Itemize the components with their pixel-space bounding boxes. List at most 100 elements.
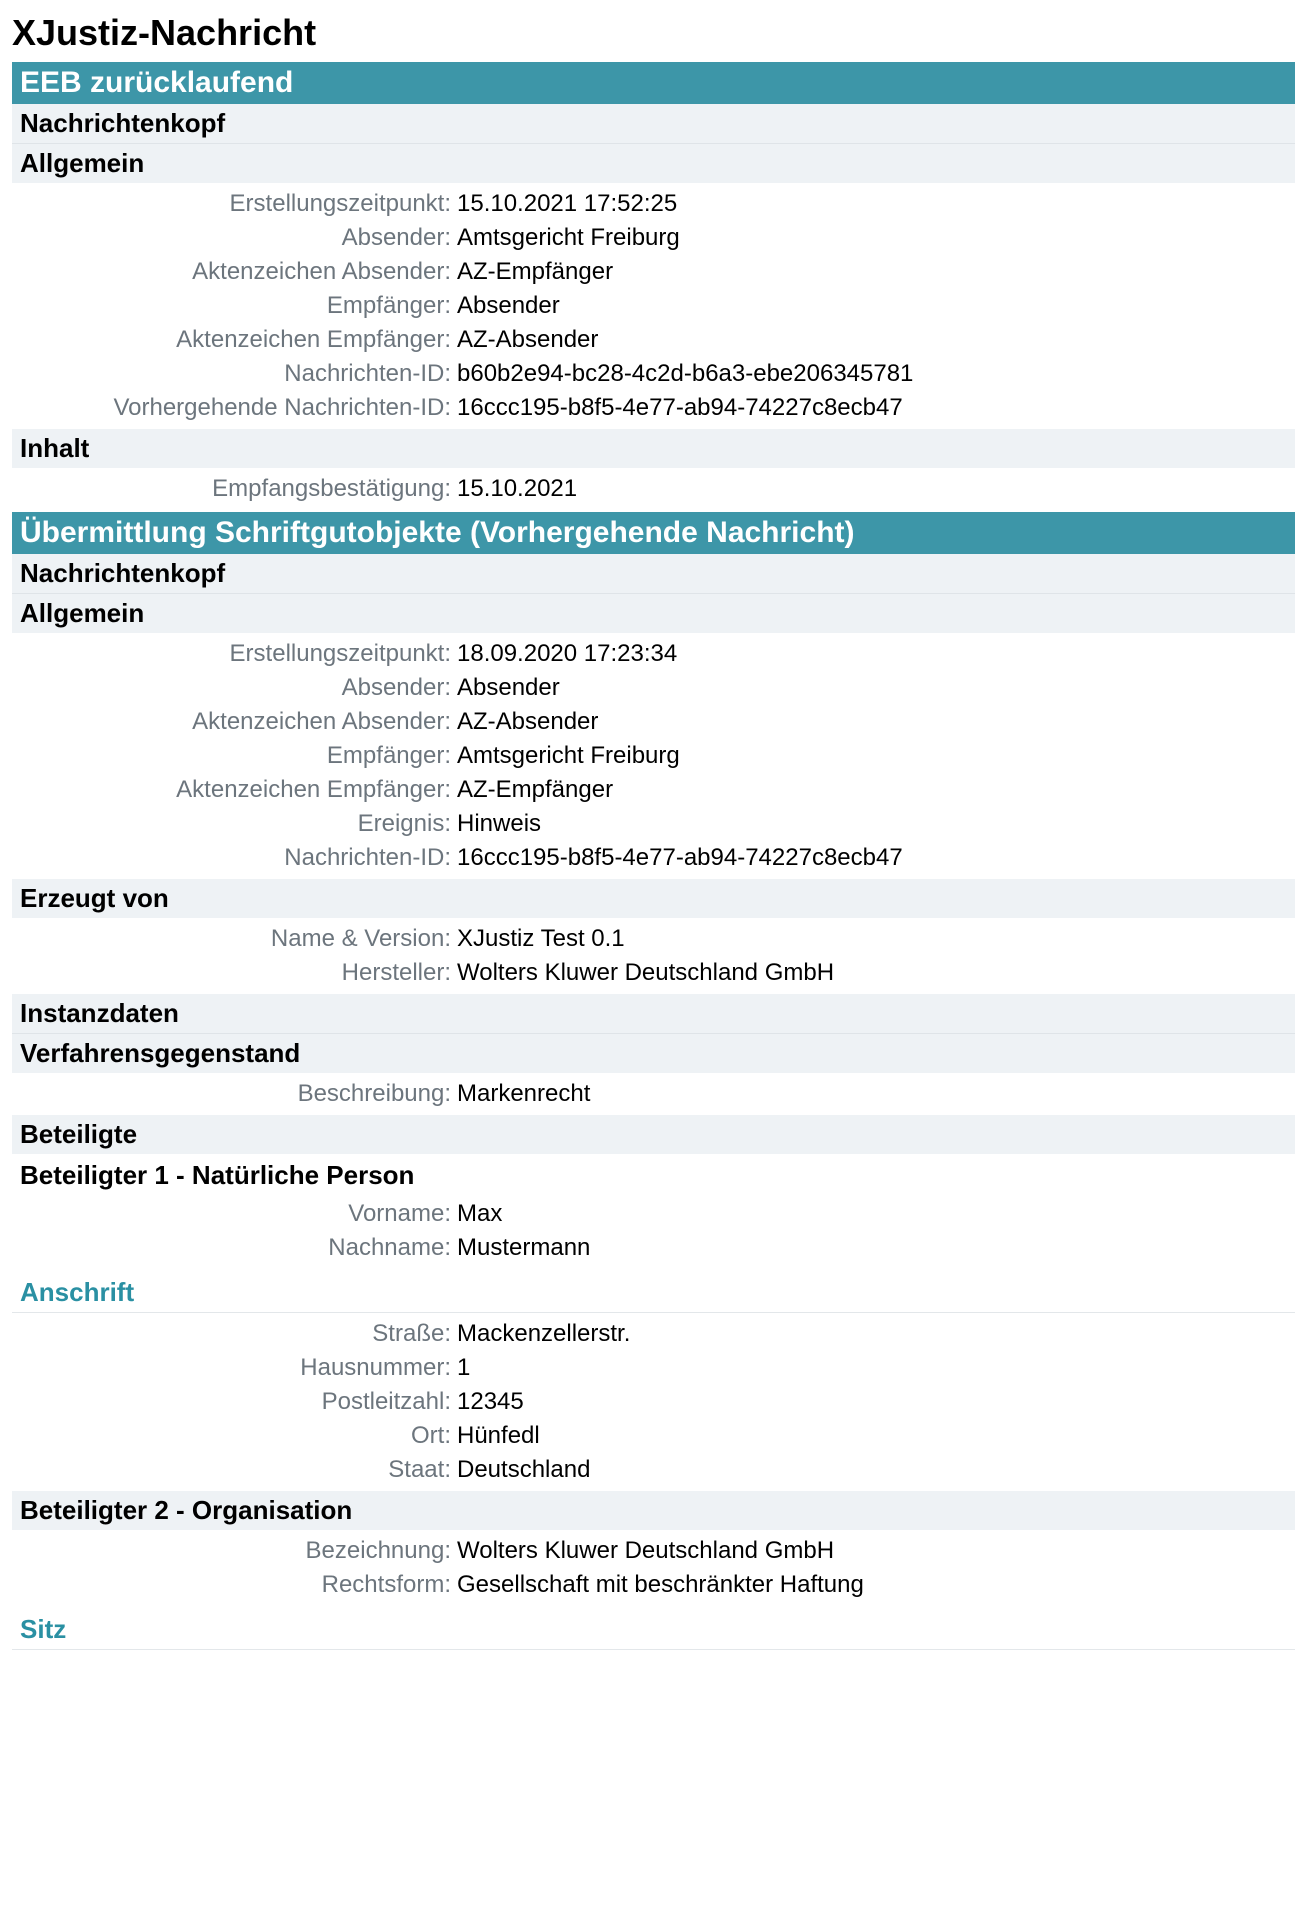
kv-key: Aktenzeichen Empfänger: [12,326,457,354]
kv-key: Aktenzeichen Absender: [12,708,457,736]
kv-key: Ort: [12,1422,457,1450]
section-header-sub2: Verfahrensgegenstand [12,1033,1295,1073]
kv-value: Markenrecht [457,1080,1295,1108]
kv-row: Vorname:Max [12,1197,1295,1231]
kv-block: Vorname:MaxNachname:Mustermann [12,1193,1295,1269]
kv-key: Nachname: [12,1234,457,1262]
section-header-sub2: Allgemein [12,593,1295,633]
kv-block: Bezeichnung:Wolters Kluwer Deutschland G… [12,1530,1295,1606]
kv-key: Empfänger: [12,292,457,320]
kv-value: XJustiz Test 0.1 [457,925,1295,953]
kv-row: Nachrichten-ID:16ccc195-b8f5-4e77-ab94-7… [12,841,1295,875]
kv-row: Erstellungszeitpunkt:15.10.2021 17:52:25 [12,187,1295,221]
kv-row: Aktenzeichen Absender:AZ-Absender [12,705,1295,739]
kv-row: Straße:Mackenzellerstr. [12,1317,1295,1351]
kv-key: Postleitzahl: [12,1388,457,1416]
kv-value: Mackenzellerstr. [457,1320,1295,1348]
section-header-sub: Erzeugt von [12,879,1295,918]
kv-key: Hausnummer: [12,1354,457,1382]
kv-value: Deutschland [457,1456,1295,1484]
section-header-teal: Sitz [12,1606,1295,1650]
kv-row: Name & Version:XJustiz Test 0.1 [12,922,1295,956]
kv-row: Absender:Absender [12,671,1295,705]
section-header-sub: Inhalt [12,429,1295,468]
kv-key: Hersteller: [12,959,457,987]
kv-row: Empfänger:Absender [12,289,1295,323]
kv-block: Erstellungszeitpunkt:15.10.2021 17:52:25… [12,183,1295,429]
page-title: XJustiz-Nachricht [12,12,1295,54]
kv-key: Absender: [12,674,457,702]
kv-row: Beschreibung:Markenrecht [12,1077,1295,1111]
document-root: XJustiz-Nachricht EEB zurücklaufendNachr… [0,0,1307,1658]
kv-row: Absender:Amtsgericht Freiburg [12,221,1295,255]
kv-key: Vorname: [12,1200,457,1228]
kv-block: Erstellungszeitpunkt:18.09.2020 17:23:34… [12,633,1295,879]
kv-value: 1 [457,1354,1295,1382]
kv-value: Amtsgericht Freiburg [457,224,1295,252]
kv-block: Name & Version:XJustiz Test 0.1Herstelle… [12,918,1295,994]
kv-key: Bezeichnung: [12,1537,457,1565]
section-header-plain: Beteiligter 1 - Natürliche Person [12,1154,1295,1193]
kv-value: 12345 [457,1388,1295,1416]
kv-block: Straße:Mackenzellerstr.Hausnummer:1Postl… [12,1313,1295,1491]
kv-value: Absender [457,674,1295,702]
kv-row: Aktenzeichen Empfänger:AZ-Absender [12,323,1295,357]
kv-row: Nachname:Mustermann [12,1231,1295,1265]
kv-row: Ereignis:Hinweis [12,807,1295,841]
kv-value: AZ-Absender [457,326,1295,354]
kv-row: Bezeichnung:Wolters Kluwer Deutschland G… [12,1534,1295,1568]
kv-key: Absender: [12,224,457,252]
kv-row: Aktenzeichen Empfänger:AZ-Empfänger [12,773,1295,807]
kv-value: Absender [457,292,1295,320]
section-header-primary: Übermittlung Schriftgutobjekte (Vorherge… [12,512,1295,554]
kv-key: Straße: [12,1320,457,1348]
kv-key: Aktenzeichen Empfänger: [12,776,457,804]
kv-row: Rechtsform:Gesellschaft mit beschränkter… [12,1568,1295,1602]
kv-value: Amtsgericht Freiburg [457,742,1295,770]
kv-block: Beschreibung:Markenrecht [12,1073,1295,1115]
section-header-sub: Nachrichtenkopf [12,104,1295,143]
kv-key: Rechtsform: [12,1571,457,1599]
kv-row: Vorhergehende Nachrichten-ID:16ccc195-b8… [12,391,1295,425]
kv-row: Ort:Hünfedl [12,1419,1295,1453]
kv-value: 16ccc195-b8f5-4e77-ab94-74227c8ecb47 [457,844,1295,872]
kv-value: 18.09.2020 17:23:34 [457,640,1295,668]
kv-row: Empfänger:Amtsgericht Freiburg [12,739,1295,773]
kv-key: Beschreibung: [12,1080,457,1108]
kv-row: Hausnummer:1 [12,1351,1295,1385]
kv-key: Ereignis: [12,810,457,838]
kv-row: Staat:Deutschland [12,1453,1295,1487]
kv-value: Hünfedl [457,1422,1295,1450]
kv-key: Nachrichten-ID: [12,360,457,388]
kv-value: Max [457,1200,1295,1228]
kv-value: AZ-Absender [457,708,1295,736]
kv-value: AZ-Empfänger [457,776,1295,804]
kv-key: Empfänger: [12,742,457,770]
kv-row: Empfangsbestätigung:15.10.2021 [12,472,1295,506]
kv-block: Empfangsbestätigung:15.10.2021 [12,468,1295,510]
kv-row: Nachrichten-ID:b60b2e94-bc28-4c2d-b6a3-e… [12,357,1295,391]
section-header-sub: Beteiligter 2 - Organisation [12,1491,1295,1530]
section-header-primary: EEB zurücklaufend [12,62,1295,104]
kv-value: Gesellschaft mit beschränkter Haftung [457,1571,1295,1599]
kv-key: Aktenzeichen Absender: [12,258,457,286]
kv-value: 15.10.2021 17:52:25 [457,190,1295,218]
section-header-sub: Instanzdaten [12,994,1295,1033]
kv-key: Nachrichten-ID: [12,844,457,872]
kv-row: Aktenzeichen Absender:AZ-Empfänger [12,255,1295,289]
kv-row: Hersteller:Wolters Kluwer Deutschland Gm… [12,956,1295,990]
kv-value: b60b2e94-bc28-4c2d-b6a3-ebe206345781 [457,360,1295,388]
kv-row: Postleitzahl:12345 [12,1385,1295,1419]
kv-key: Vorhergehende Nachrichten-ID: [12,394,457,422]
kv-value: Wolters Kluwer Deutschland GmbH [457,1537,1295,1565]
kv-key: Erstellungszeitpunkt: [12,190,457,218]
kv-key: Erstellungszeitpunkt: [12,640,457,668]
kv-row: Erstellungszeitpunkt:18.09.2020 17:23:34 [12,637,1295,671]
kv-key: Name & Version: [12,925,457,953]
section-header-sub: Beteiligte [12,1115,1295,1154]
kv-value: 16ccc195-b8f5-4e77-ab94-74227c8ecb47 [457,394,1295,422]
section-header-teal: Anschrift [12,1269,1295,1313]
document-body: EEB zurücklaufendNachrichtenkopfAllgemei… [12,62,1295,1650]
section-header-sub2: Allgemein [12,143,1295,183]
kv-key: Empfangsbestätigung: [12,475,457,503]
